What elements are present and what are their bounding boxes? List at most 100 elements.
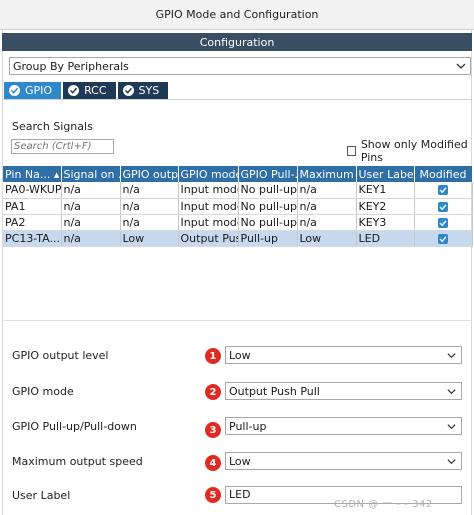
- panel-border-left: [2, 30, 3, 515]
- cell-modified: [414, 230, 473, 247]
- gpio-mode-value: Output Push Pull: [229, 384, 320, 398]
- step-badge: 2: [205, 384, 221, 400]
- table-row-selected[interactable]: PC13-TA... n/a Low Output Pus... Pull-up…: [3, 230, 473, 247]
- gpio-pull-value: Pull-up: [229, 419, 267, 433]
- step-badge: 1: [205, 348, 221, 364]
- check-circle-icon: [9, 85, 20, 96]
- tab-gpio[interactable]: GPIO: [4, 82, 62, 99]
- peripheral-tabs: GPIO RCC SYS: [4, 82, 170, 99]
- check-circle-icon: [68, 85, 80, 96]
- group-by-value: Group By Peripherals: [13, 59, 129, 73]
- cell-max-speed: Low: [297, 230, 357, 247]
- cell-output-level: n/a: [120, 182, 179, 199]
- gpio-output-level-value: Low: [229, 348, 251, 362]
- cell-gpio-mode: Input mode: [178, 182, 239, 199]
- window-title-text: GPIO Mode and Configuration: [155, 8, 319, 21]
- column-header-signal[interactable]: Signal on ...: [61, 166, 121, 182]
- cell-user-label: LED: [356, 230, 415, 247]
- chevron-down-icon: [447, 353, 456, 359]
- column-header-output-level[interactable]: GPIO outp...: [120, 166, 179, 182]
- sort-arrow-icon: ▴: [53, 167, 60, 181]
- gpio-output-level-label: GPIO output level: [12, 349, 109, 362]
- cell-user-label: KEY3: [356, 214, 415, 231]
- cell-max-speed: n/a: [297, 214, 357, 231]
- gpio-output-level-select[interactable]: Low: [225, 346, 462, 364]
- gpio-mode-label: GPIO mode: [12, 385, 74, 398]
- search-input[interactable]: [11, 139, 114, 154]
- search-signals-label: Search Signals: [12, 120, 93, 133]
- column-header-user-label[interactable]: User Label: [356, 166, 415, 182]
- gpio-pull-label: GPIO Pull-up/Pull-down: [12, 420, 137, 433]
- cell-signal: n/a: [61, 214, 121, 231]
- group-by-select[interactable]: Group By Peripherals: [9, 57, 471, 75]
- cell-output-level: Low: [120, 230, 179, 247]
- cell-pin: PA0-WKUP: [3, 182, 62, 199]
- show-modified-pins-checkbox[interactable]: Show only Modified Pins: [347, 138, 474, 164]
- table-row[interactable]: PA2 n/a n/a Input mode No pull-up ... n/…: [3, 214, 473, 231]
- signals-table: Pin Na... ▴ Signal on ... GPIO outp... G…: [3, 166, 473, 247]
- column-header-modified[interactable]: Modified: [414, 166, 473, 182]
- cell-pull: No pull-up ...: [238, 214, 298, 231]
- cell-pull: Pull-up: [238, 230, 298, 247]
- gpio-mode-select[interactable]: Output Push Pull: [225, 382, 462, 400]
- check-circle-icon: [122, 85, 134, 96]
- cell-gpio-mode: Output Pus...: [178, 230, 239, 247]
- cell-gpio-mode: Input mode: [178, 198, 239, 215]
- cell-modified: [414, 198, 473, 215]
- modified-checkbox: [438, 217, 448, 228]
- window-title: GPIO Mode and Configuration: [0, 0, 474, 30]
- cell-max-speed: n/a: [297, 182, 357, 199]
- max-output-speed-value: Low: [229, 454, 251, 468]
- cell-modified: [414, 182, 473, 199]
- tab-sys-label: SYS: [138, 84, 160, 97]
- step-badge: 3: [205, 422, 221, 438]
- panel-border-right: [471, 30, 472, 515]
- max-output-speed-select[interactable]: Low: [225, 452, 462, 470]
- tab-rcc-label: RCC: [84, 84, 107, 97]
- column-header-gpio-mode[interactable]: GPIO mode: [178, 166, 239, 182]
- cell-pull: No pull-up ...: [238, 198, 298, 215]
- chevron-down-icon: [447, 389, 456, 395]
- step-badge: 4: [205, 455, 221, 471]
- max-output-speed-label: Maximum output speed: [12, 455, 143, 468]
- tab-sys[interactable]: SYS: [117, 82, 169, 99]
- configuration-header: Configuration: [2, 33, 472, 51]
- cell-pin: PA2: [3, 214, 62, 231]
- cell-pull: No pull-up ...: [238, 182, 298, 199]
- cell-gpio-mode: Input mode: [178, 214, 239, 231]
- column-header-max-speed[interactable]: Maximum ...: [297, 166, 357, 182]
- column-header-pin[interactable]: Pin Na... ▴: [3, 166, 62, 182]
- tab-rcc[interactable]: RCC: [63, 82, 116, 99]
- tab-gpio-label: GPIO: [25, 84, 53, 97]
- step-badge: 5: [205, 487, 221, 503]
- section-divider: [2, 320, 472, 321]
- chevron-down-icon: [456, 63, 466, 69]
- show-modified-pins-label: Show only Modified Pins: [360, 138, 468, 164]
- table-header-row: Pin Na... ▴ Signal on ... GPIO outp... G…: [3, 166, 473, 182]
- chevron-down-icon: [447, 424, 456, 430]
- cell-signal: n/a: [61, 230, 121, 247]
- gpio-pull-select[interactable]: Pull-up: [225, 417, 462, 435]
- cell-signal: n/a: [61, 198, 121, 215]
- cell-user-label: KEY1: [356, 182, 415, 199]
- modified-checkbox: [438, 185, 448, 196]
- column-header-pull[interactable]: GPIO Pull-...: [238, 166, 298, 182]
- cell-output-level: n/a: [120, 214, 179, 231]
- cell-modified: [414, 214, 473, 231]
- configuration-header-text: Configuration: [199, 35, 275, 49]
- cell-signal: n/a: [61, 182, 121, 199]
- checkbox-box[interactable]: [347, 146, 356, 156]
- watermark: CSDN @ 一 - - 342: [334, 499, 433, 510]
- cell-user-label: KEY2: [356, 198, 415, 215]
- tab-divider: [2, 99, 472, 100]
- chevron-down-icon: [447, 459, 456, 465]
- cell-output-level: n/a: [120, 198, 179, 215]
- cell-max-speed: n/a: [297, 198, 357, 215]
- table-row[interactable]: PA1 n/a n/a Input mode No pull-up ... n/…: [3, 198, 473, 215]
- cell-pin: PC13-TA...: [3, 230, 62, 247]
- cell-pin: PA1: [3, 198, 62, 215]
- table-row[interactable]: PA0-WKUP n/a n/a Input mode No pull-up .…: [3, 182, 473, 199]
- modified-checkbox: [438, 201, 448, 212]
- modified-checkbox: [438, 233, 448, 244]
- user-label-label: User Label: [12, 489, 71, 502]
